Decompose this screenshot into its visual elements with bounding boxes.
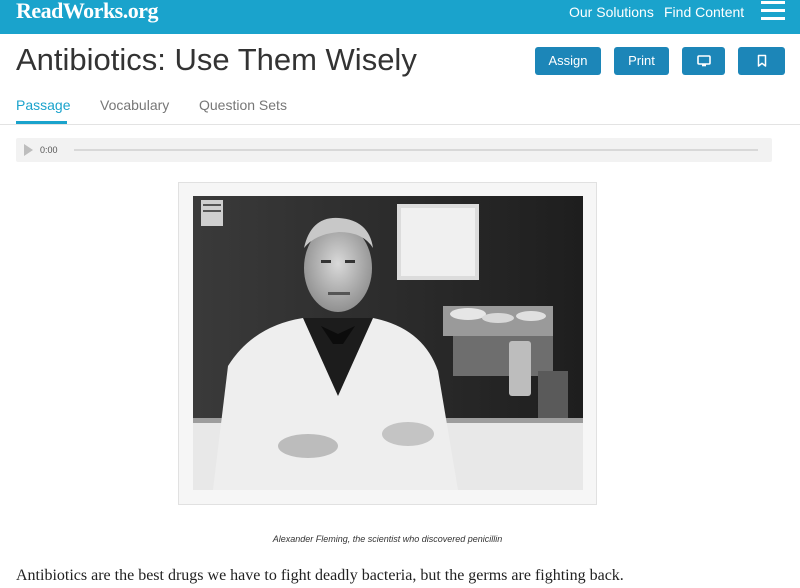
tab-vocabulary[interactable]: Vocabulary — [100, 96, 169, 114]
audio-player: 0:00 — [16, 138, 772, 162]
present-button[interactable] — [682, 47, 725, 75]
passage-first-line: Antibiotics are the best drugs we have t… — [16, 567, 624, 584]
bookmark-button[interactable] — [738, 47, 785, 75]
nav-our-solutions-link[interactable]: Our Solutions — [569, 4, 654, 20]
nav-find-content-link[interactable]: Find Content — [664, 4, 744, 20]
monitor-icon — [696, 55, 711, 67]
bookmark-icon — [757, 54, 766, 67]
hamburger-icon[interactable] — [761, 0, 785, 22]
audio-time: 0:00 — [40, 145, 58, 155]
play-icon[interactable] — [24, 144, 33, 156]
page-title: Antibiotics: Use Them Wisely — [16, 42, 417, 77]
figure-caption: Alexander Fleming, the scientist who dis… — [272, 534, 503, 544]
tab-passage[interactable]: Passage — [16, 96, 70, 114]
print-button[interactable]: Print — [614, 47, 669, 75]
tabs-divider — [0, 124, 800, 125]
assign-button[interactable]: Assign — [535, 47, 601, 75]
tab-question-sets[interactable]: Question Sets — [199, 96, 287, 114]
readworks-logo[interactable]: ReadWorks.org — [16, 0, 159, 24]
scientist-photo — [193, 196, 583, 490]
audio-progress-bar[interactable] — [74, 149, 758, 151]
passage-figure — [178, 182, 597, 505]
top-navigation-bar: ReadWorks.org Our Solutions Find Content — [0, 0, 800, 34]
